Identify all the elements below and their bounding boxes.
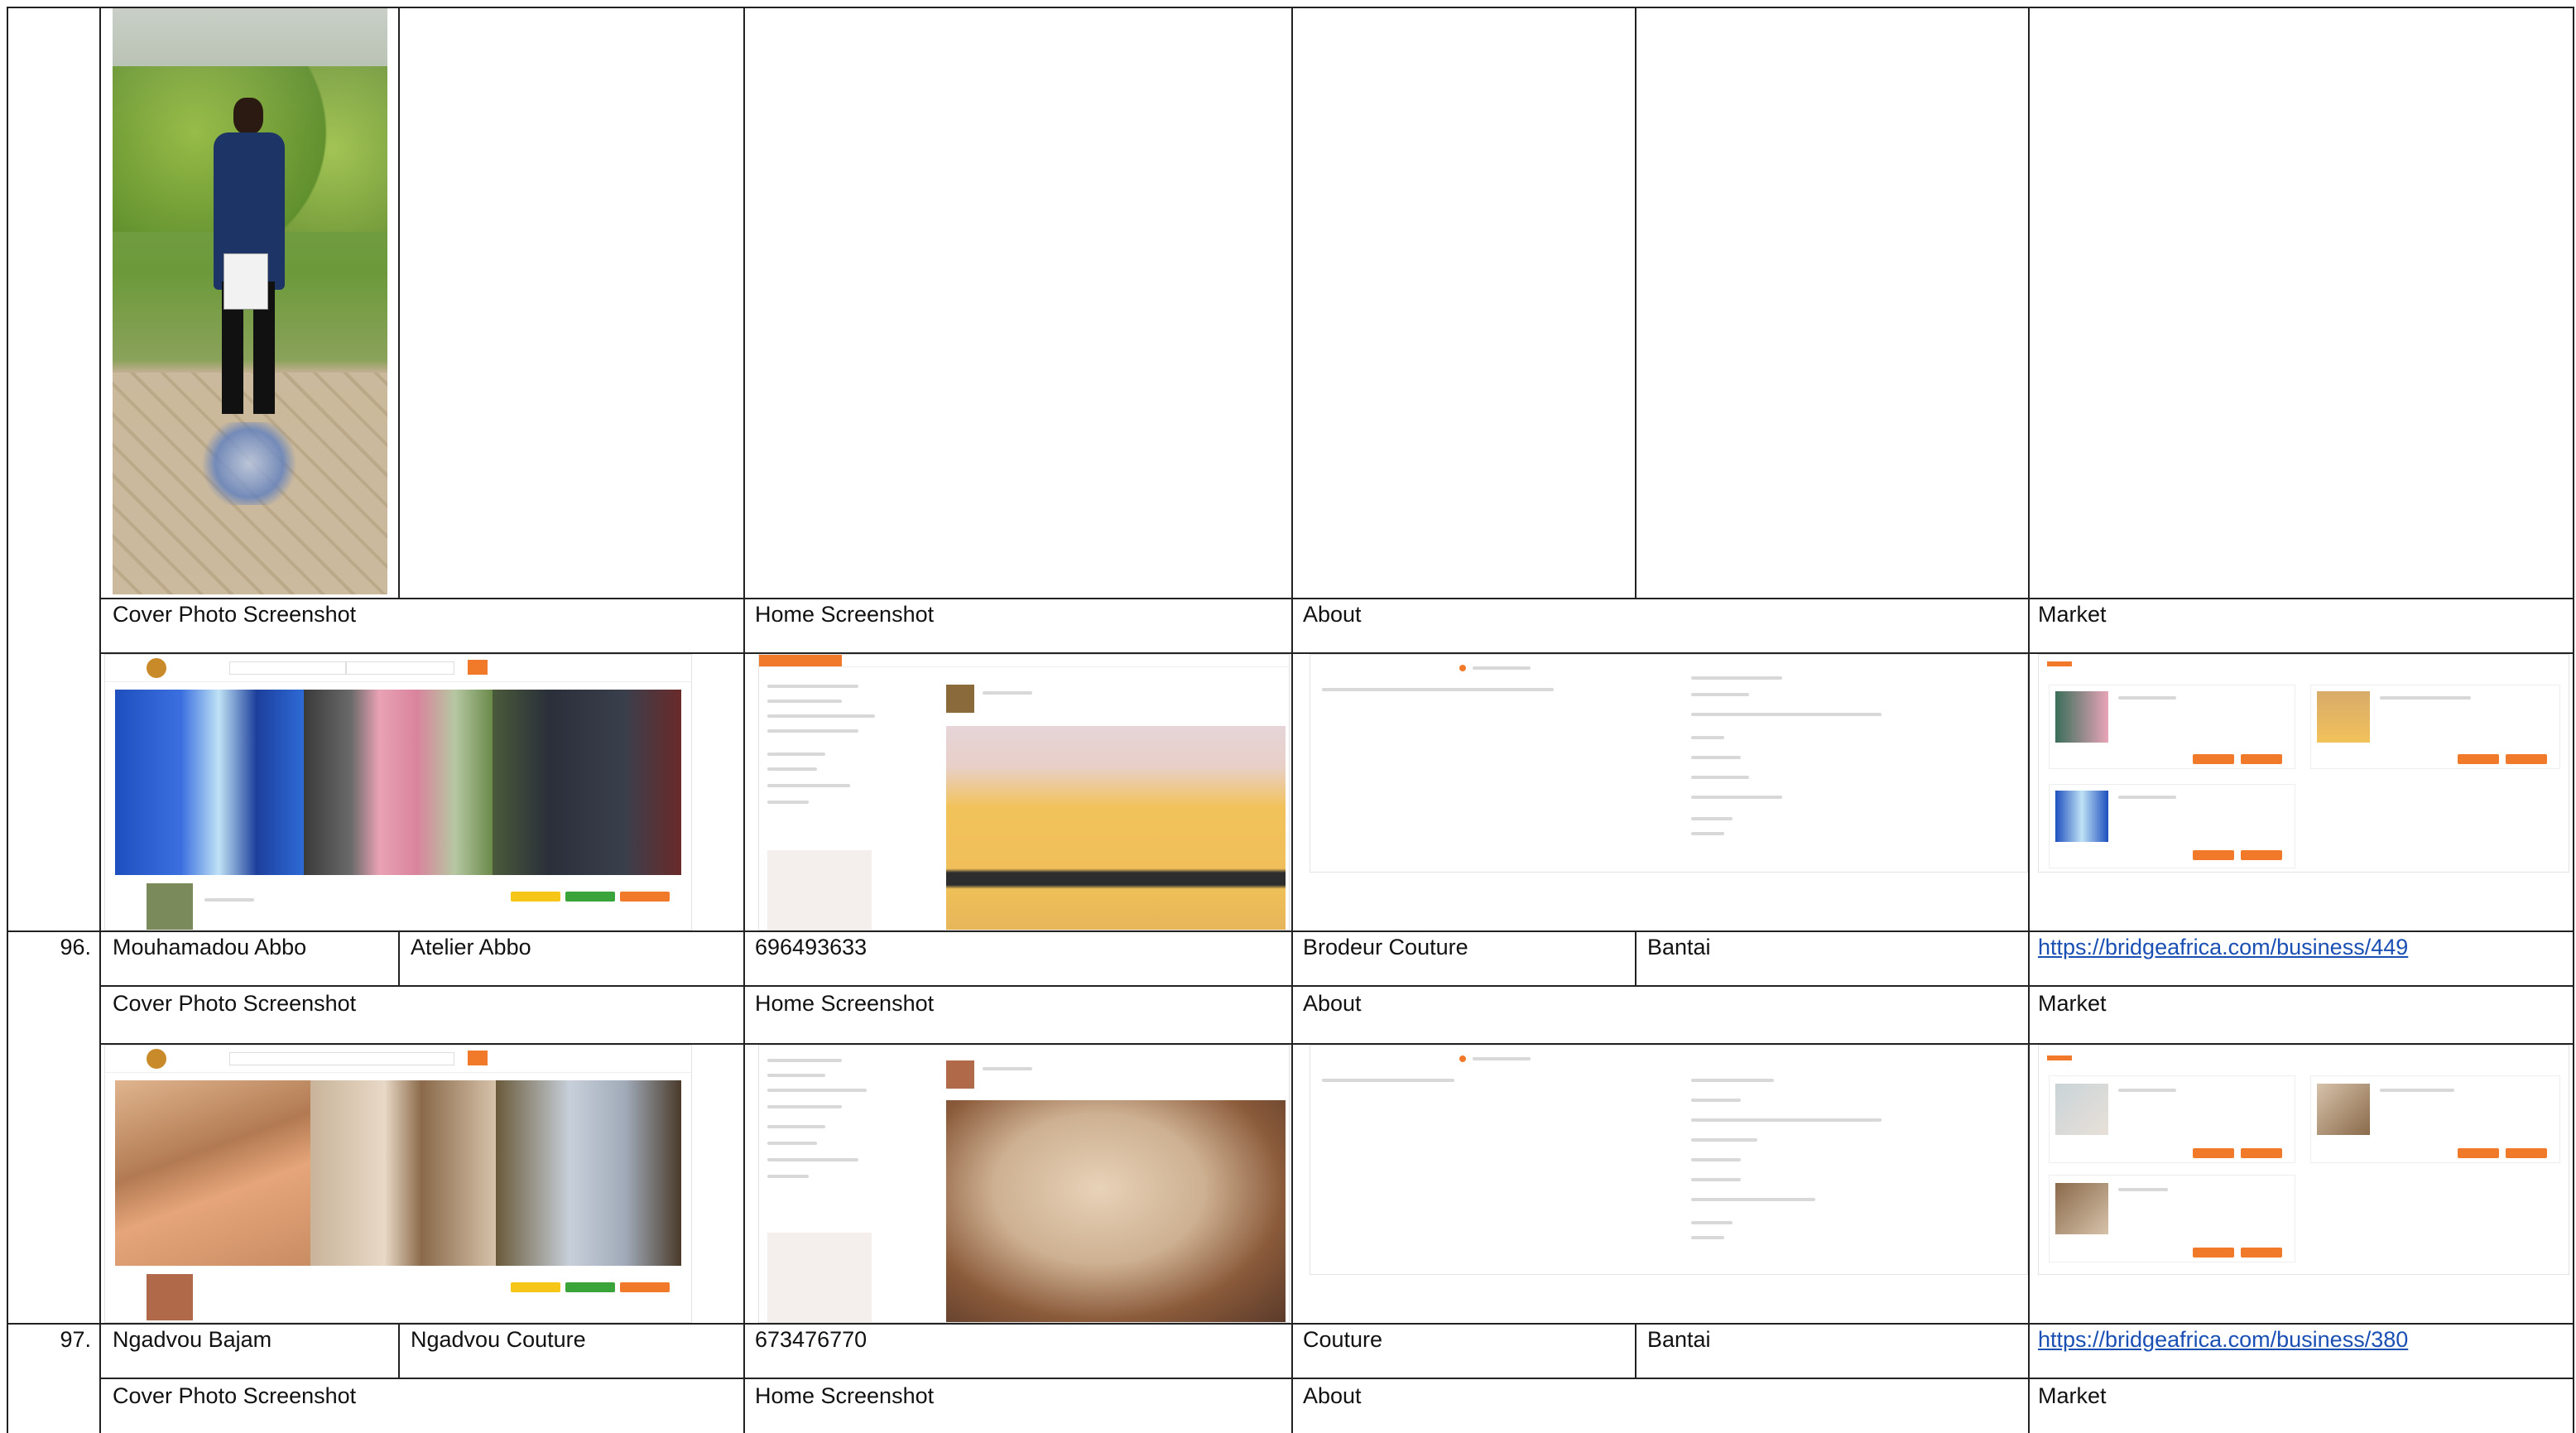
business-location: Bantai bbox=[1647, 935, 1711, 959]
home-screenshot bbox=[758, 1045, 1290, 1323]
owner-name: Ngadvou Bajam bbox=[113, 1327, 272, 1352]
business-location: Bantai bbox=[1647, 1327, 1711, 1352]
row-number: 96. bbox=[60, 935, 91, 959]
business-link[interactable]: https://bridgeafrica.com/business/449 bbox=[2038, 934, 2408, 960]
about-screenshot bbox=[1310, 654, 2028, 873]
market-label: Market bbox=[2038, 602, 2107, 627]
market-screenshot bbox=[2038, 654, 2569, 873]
about-label: About bbox=[1303, 602, 1362, 627]
about-label: About bbox=[1303, 1383, 1362, 1408]
home-screenshot bbox=[758, 654, 1290, 930]
phone-number: 696493633 bbox=[755, 935, 867, 959]
row-number: 97. bbox=[60, 1327, 91, 1352]
business-link[interactable]: https://bridgeafrica.com/business/380 bbox=[2038, 1326, 2408, 1353]
cover-photo-label: Cover Photo Screenshot bbox=[113, 991, 357, 1016]
cover-photo-label: Cover Photo Screenshot bbox=[113, 602, 357, 627]
business-name: Ngadvou Couture bbox=[411, 1327, 586, 1352]
owner-photo bbox=[113, 8, 387, 594]
cover-screenshot bbox=[104, 654, 692, 930]
business-category: Brodeur Couture bbox=[1303, 935, 1468, 959]
business-name: Atelier Abbo bbox=[411, 935, 531, 959]
about-label: About bbox=[1303, 991, 1362, 1016]
cover-photo-label: Cover Photo Screenshot bbox=[113, 1383, 357, 1408]
home-screenshot-label: Home Screenshot bbox=[755, 991, 935, 1016]
market-label: Market bbox=[2038, 1383, 2107, 1408]
phone-number: 673476770 bbox=[755, 1327, 867, 1352]
market-label: Market bbox=[2038, 991, 2107, 1016]
about-screenshot bbox=[1310, 1045, 2028, 1275]
owner-name: Mouhamadou Abbo bbox=[113, 935, 307, 959]
home-screenshot-label: Home Screenshot bbox=[755, 602, 935, 627]
home-screenshot-label: Home Screenshot bbox=[755, 1383, 935, 1408]
market-screenshot bbox=[2038, 1045, 2569, 1275]
business-category: Couture bbox=[1303, 1327, 1383, 1352]
cover-screenshot bbox=[104, 1045, 692, 1323]
